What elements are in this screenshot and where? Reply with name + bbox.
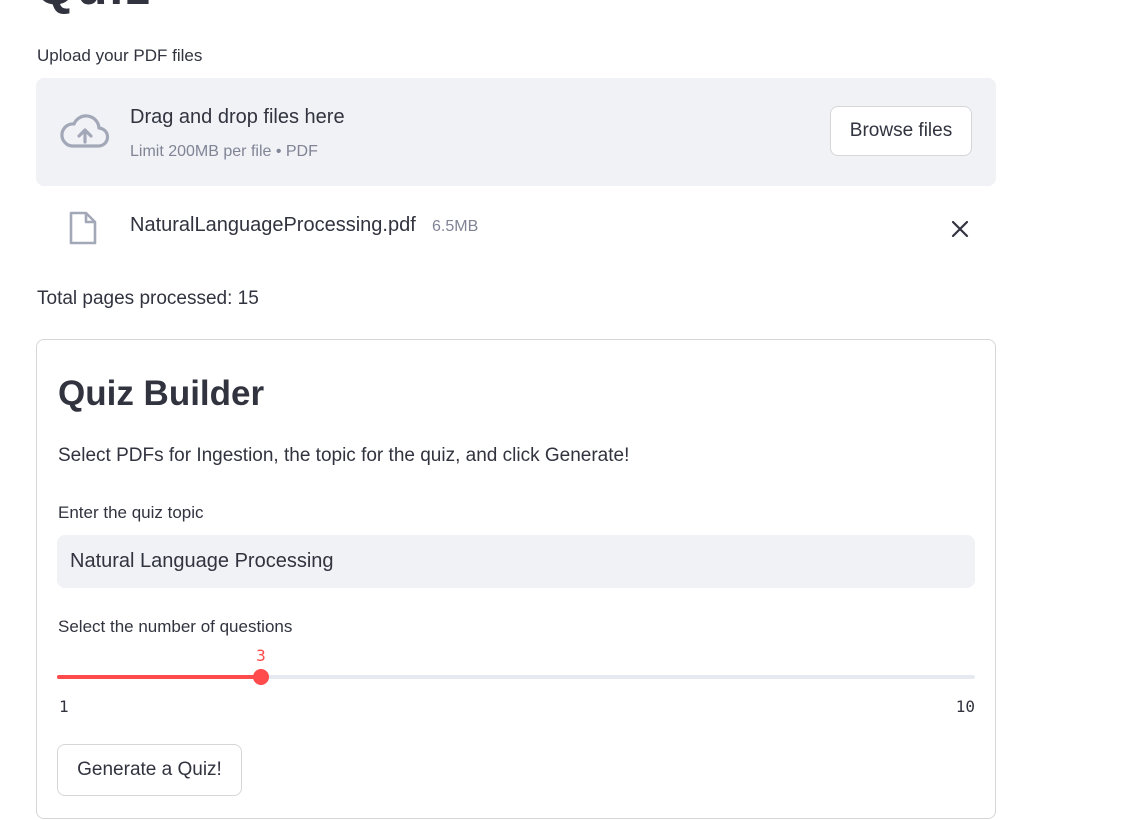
file-size: 6.5MB <box>432 218 479 235</box>
topic-label: Enter the quiz topic <box>58 503 204 522</box>
num-questions-label: Select the number of questions <box>58 617 293 636</box>
file-name: NaturalLanguageProcessing.pdf <box>130 214 416 236</box>
slider-min-label: 1 <box>59 697 69 716</box>
slider-value: 3 <box>256 646 266 665</box>
upload-label: Upload your PDF files <box>37 46 203 65</box>
file-dropzone[interactable]: Drag and drop files here Limit 200MB per… <box>36 78 996 186</box>
dropzone-limit: Limit 200MB per file • PDF <box>130 143 318 160</box>
dropzone-title: Drag and drop files here <box>130 106 345 128</box>
page-title: Quiz <box>36 0 152 12</box>
generate-quiz-button[interactable]: Generate a Quiz! <box>57 744 242 796</box>
browse-files-button[interactable]: Browse files <box>830 106 972 156</box>
num-questions-slider[interactable]: 3 <box>57 646 975 696</box>
uploaded-file-row: NaturalLanguageProcessing.pdf 6.5MB <box>36 196 996 260</box>
quiz-builder-title: Quiz Builder <box>58 374 265 413</box>
cloud-upload-icon <box>60 114 110 148</box>
slider-max-label: 10 <box>955 697 975 716</box>
slider-thumb[interactable] <box>253 669 269 685</box>
slider-fill <box>57 675 261 679</box>
quiz-builder-container: Quiz Builder Select PDFs for Ingestion, … <box>36 339 996 819</box>
pages-processed-text: Total pages processed: 15 <box>37 288 259 309</box>
close-icon <box>951 220 969 238</box>
topic-input[interactable] <box>57 535 975 588</box>
remove-file-button[interactable] <box>942 214 978 244</box>
quiz-builder-description: Select PDFs for Ingestion, the topic for… <box>58 445 630 466</box>
file-icon <box>69 211 97 245</box>
